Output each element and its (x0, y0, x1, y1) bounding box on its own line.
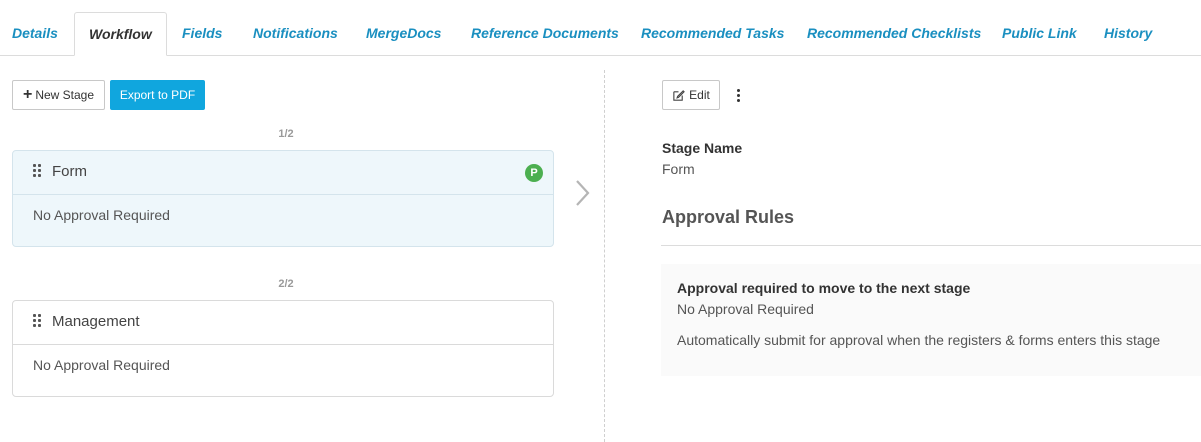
stage-card-header: Form P (13, 151, 553, 195)
tab-mergedocs[interactable]: MergeDocs (366, 12, 441, 55)
tab-details[interactable]: Details (12, 12, 58, 55)
auto-submit-text: Automatically submit for approval when t… (677, 332, 1161, 348)
tab-workflow[interactable]: Workflow (74, 12, 167, 56)
tab-notifications[interactable]: Notifications (253, 12, 338, 55)
edit-label: Edit (689, 88, 710, 102)
stage-counter: 2/2 (278, 278, 294, 290)
stage-approval-text: No Approval Required (33, 357, 170, 373)
stage-card-header: Management (13, 301, 553, 345)
stage-approval-text: No Approval Required (33, 207, 170, 223)
tab-recommended-tasks[interactable]: Recommended Tasks (641, 12, 784, 55)
chevron-right-icon (576, 180, 590, 206)
tab-reference-documents[interactable]: Reference Documents (471, 12, 619, 55)
approval-required-value: No Approval Required (677, 301, 814, 317)
tab-fields[interactable]: Fields (182, 12, 222, 55)
stage-name: Management (52, 313, 140, 330)
more-vertical-icon[interactable] (737, 89, 741, 103)
stage-counter: 1/2 (278, 128, 294, 140)
stage-name-value: Form (662, 161, 695, 177)
section-divider (661, 245, 1201, 246)
stage-card-management[interactable]: Management No Approval Required (12, 300, 554, 397)
stage-card-form[interactable]: Form P No Approval Required (12, 150, 554, 247)
drag-handle-icon[interactable] (33, 314, 43, 330)
drag-handle-icon[interactable] (33, 164, 43, 180)
stage-status-badge: P (525, 164, 543, 182)
approval-rules-heading: Approval Rules (662, 207, 795, 227)
stage-name-label: Stage Name (662, 140, 743, 156)
tab-history[interactable]: History (1104, 12, 1152, 55)
stage-name: Form (52, 163, 87, 180)
tab-recommended-checklists[interactable]: Recommended Checklists (807, 12, 981, 55)
new-stage-label: New Stage (35, 88, 95, 102)
tab-public-link[interactable]: Public Link (1002, 12, 1077, 55)
edit-button[interactable]: Edit (662, 80, 720, 110)
approval-required-label: Approval required to move to the next st… (677, 280, 971, 296)
new-stage-button[interactable]: + New Stage (12, 80, 105, 110)
plus-icon: + (22, 86, 33, 103)
export-pdf-button[interactable]: Export to PDF (110, 80, 205, 110)
panel-divider (604, 70, 605, 442)
edit-icon (673, 89, 686, 101)
tab-bar: Details Workflow Fields Notifications Me… (0, 0, 1201, 56)
